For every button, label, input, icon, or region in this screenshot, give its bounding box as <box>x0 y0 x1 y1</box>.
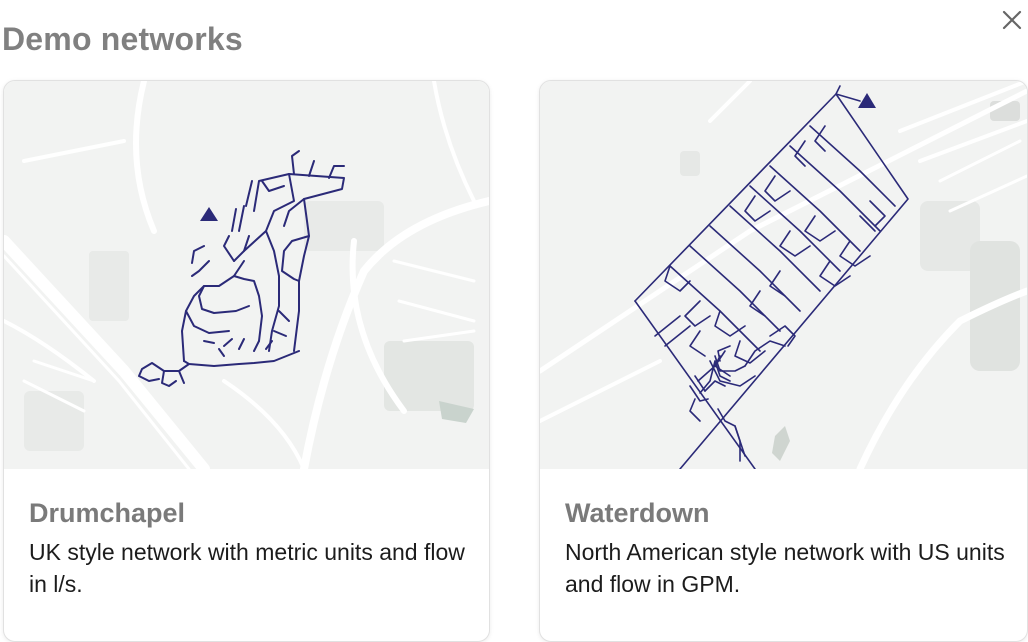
network-description: North American style network with US uni… <box>565 539 1005 597</box>
dialog-title: Demo networks <box>2 21 243 57</box>
network-name: Drumchapel <box>29 498 186 528</box>
close-icon <box>1002 10 1022 30</box>
close-button[interactable] <box>996 4 1028 36</box>
network-map-thumbnail <box>4 81 489 469</box>
network-map-thumbnail <box>540 81 1027 469</box>
reservoir-triangle-icon <box>858 93 876 108</box>
reservoir-triangle-icon <box>200 207 218 221</box>
network-name: Waterdown <box>565 498 710 528</box>
network-card-drumchapel[interactable]: Drumchapel UK style network with metric … <box>3 80 490 642</box>
demo-networks-dialog: Demo networks Drumchapel UK style networ… <box>0 0 1028 642</box>
network-description: UK style network with metric units and f… <box>29 539 465 597</box>
network-card-waterdown[interactable]: Waterdown North American style network w… <box>539 80 1028 642</box>
